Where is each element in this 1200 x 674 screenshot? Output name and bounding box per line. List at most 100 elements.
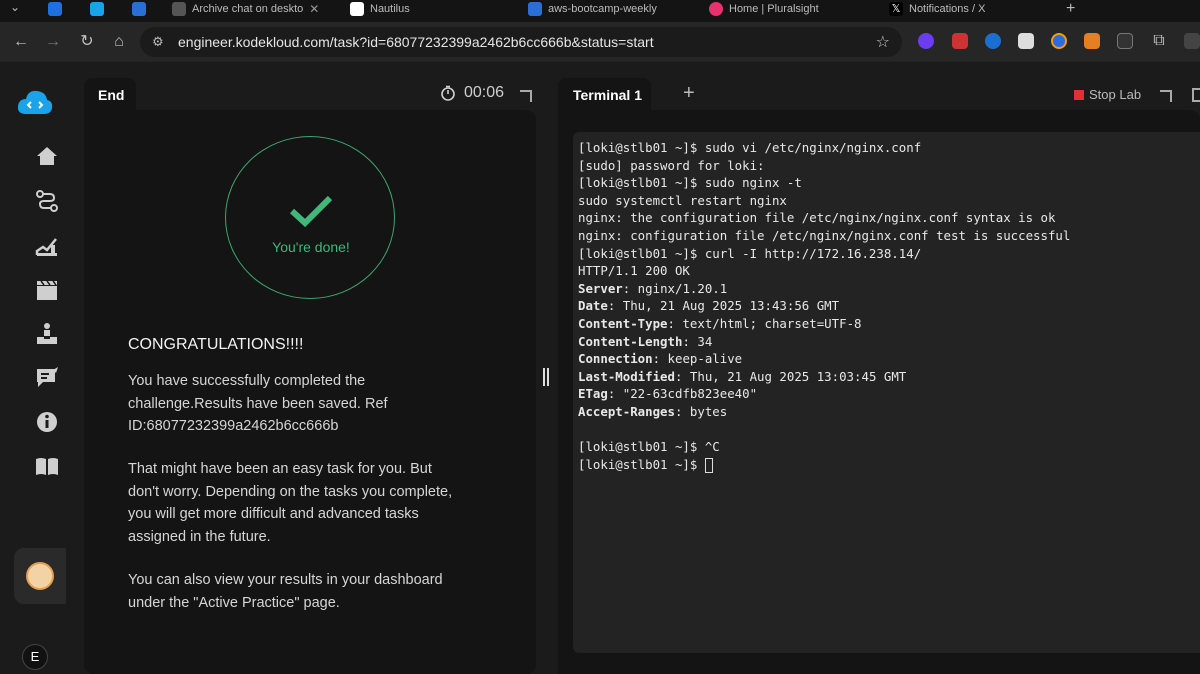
terminal-text: nginx: the configuration file /etc/nginx… xyxy=(578,210,1056,226)
browser-tab[interactable]: Nautilus xyxy=(350,0,510,18)
kodekloud-logo-icon[interactable] xyxy=(16,88,54,116)
avatar-face-icon xyxy=(26,562,54,590)
profile-icon[interactable] xyxy=(1184,33,1200,49)
header-value: : keep-alive xyxy=(652,351,743,367)
terminal-line: [loki@stlb01 ~]$ curl -I http://172.16.2… xyxy=(578,245,1200,263)
terminal-line: Content-Type: text/html; charset=UTF-8 xyxy=(578,315,1200,333)
new-tab-button[interactable]: + xyxy=(1066,0,1082,18)
back-arrow-icon[interactable]: ← xyxy=(10,31,32,53)
route-icon[interactable] xyxy=(34,188,60,214)
forward-arrow-icon[interactable]: → xyxy=(42,31,64,53)
panel-toggle-icon[interactable] xyxy=(1192,88,1200,102)
congrats-title: CONGRATULATIONS!!!! xyxy=(128,336,304,353)
terminal-line: [loki@stlb01 ~]$ ^C xyxy=(578,438,1200,456)
chat-icon[interactable] xyxy=(34,365,60,391)
chart-icon[interactable] xyxy=(34,233,60,259)
expand-icon[interactable] xyxy=(520,90,532,102)
browser-tab[interactable]: Home | Pluralsight xyxy=(709,0,869,18)
extension-icon[interactable] xyxy=(1051,33,1067,49)
expand-icon[interactable] xyxy=(1160,90,1172,102)
info-icon[interactable] xyxy=(34,409,60,435)
header-value: : 34 xyxy=(682,333,713,349)
add-terminal-button[interactable]: + xyxy=(683,82,695,105)
avatar[interactable] xyxy=(14,548,66,604)
header-key: Date xyxy=(578,298,608,314)
terminal-line: sudo systemctl restart nginx xyxy=(578,192,1200,210)
extension-icon[interactable] xyxy=(1084,33,1100,49)
tab-favicon-icon xyxy=(132,2,146,16)
video-icon[interactable] xyxy=(34,277,60,303)
kodekloud-favicon-icon xyxy=(90,2,104,16)
stop-icon xyxy=(1074,89,1084,100)
terminal-text: [loki@stlb01 ~]$ sudo vi /etc/nginx/ngin… xyxy=(578,140,922,155)
browser-tab-kodekloud[interactable] xyxy=(90,0,114,18)
checkmark-icon xyxy=(289,195,333,228)
browser-tab[interactable]: 𝕏 Notifications / X xyxy=(889,0,1049,18)
terminal-line: nginx: configuration file /etc/nginx/ngi… xyxy=(578,227,1200,245)
bookmark-star-icon[interactable]: ☆ xyxy=(876,32,890,52)
terminal-text: [loki@stlb01 ~]$ xyxy=(578,456,705,472)
address-bar[interactable]: ⚙ engineer.kodekloud.com/task?id=6807723… xyxy=(140,27,902,57)
completion-message: You have successfully completed the chal… xyxy=(128,373,388,434)
header-key: Connection xyxy=(578,351,653,367)
community-icon[interactable] xyxy=(34,321,60,347)
close-icon[interactable]: ✕ xyxy=(309,2,319,16)
terminal-line: Last-Modified: Thu, 21 Aug 2025 13:03:45… xyxy=(578,368,1200,386)
extension-icon[interactable] xyxy=(918,33,934,49)
terminal-line: ETag: "22-63cdfb823ee40" xyxy=(578,385,1200,403)
qr-code-icon[interactable] xyxy=(1018,33,1034,49)
header-value: : Thu, 21 Aug 2025 13:03:45 GMT xyxy=(674,368,907,384)
tab-favicon-icon xyxy=(709,2,723,16)
stopwatch-icon xyxy=(441,85,455,101)
terminal-text: [loki@stlb01 ~]$ curl -I http://172.16.2… xyxy=(578,245,922,261)
terminal-text: [sudo] password for loki: xyxy=(578,157,765,173)
reload-icon[interactable]: ↻ xyxy=(76,31,98,53)
terminal-text: nginx: configuration file /etc/nginx/ngi… xyxy=(578,227,1071,243)
stop-lab-button[interactable]: Stop Lab xyxy=(1074,87,1141,102)
browser-tab[interactable]: Archive chat on deskto ✕ xyxy=(172,0,332,18)
extension-icon[interactable] xyxy=(1117,33,1133,49)
tab-favicon-icon xyxy=(350,2,364,16)
extension-icon[interactable] xyxy=(985,33,1001,49)
tab-terminal-1[interactable]: Terminal 1 xyxy=(558,78,651,110)
header-key: Content-Length xyxy=(578,333,683,349)
terminal-line: nginx: the configuration file /etc/nginx… xyxy=(578,209,1200,227)
timer-value: 00:06 xyxy=(464,84,505,101)
encouragement-message: That might have been an easy task for yo… xyxy=(128,461,453,545)
browser-toolbar: ← → ↻ ⌂ ⚙ engineer.kodekloud.com/task?id… xyxy=(0,22,1200,62)
done-text: You're done! xyxy=(272,239,350,255)
extension-icon[interactable] xyxy=(952,33,968,49)
terminal-line: Accept-Ranges: bytes xyxy=(578,403,1200,421)
tab-end[interactable]: End xyxy=(84,78,136,110)
terminal-line: [loki@stlb01 ~]$ sudo nginx -t xyxy=(578,174,1200,192)
panel-resize-handle[interactable] xyxy=(543,368,551,386)
user-initial-badge[interactable]: E xyxy=(22,644,48,670)
terminal-line: Content-Length: 34 xyxy=(578,333,1200,351)
tab-search-chevron-icon[interactable]: ⌄ xyxy=(4,0,26,18)
terminal-text: HTTP/1.1 200 OK xyxy=(578,263,690,279)
site-info-icon[interactable]: ⚙ xyxy=(152,34,164,50)
home-icon[interactable]: ⌂ xyxy=(108,31,130,53)
home-icon[interactable] xyxy=(34,143,60,169)
browser-tab-bar: ⌄ Archive chat on deskto ✕ Nautilus aws-b… xyxy=(0,0,1200,22)
terminal-line: [loki@stlb01 ~]$ sudo vi /etc/nginx/ngin… xyxy=(578,139,1200,157)
header-key: Accept-Ranges xyxy=(578,403,675,419)
terminal-output[interactable]: [loki@stlb01 ~]$ sudo vi /etc/nginx/ngin… xyxy=(573,132,1200,653)
terminal-line: Connection: keep-alive xyxy=(578,350,1200,368)
book-icon[interactable] xyxy=(34,453,60,479)
terminal-line: Server: nginx/1.20.1 xyxy=(578,280,1200,298)
terminal-text: [loki@stlb01 ~]$ sudo nginx -t xyxy=(578,175,802,191)
header-key: Server xyxy=(578,280,623,296)
terminal-line: [loki@stlb01 ~]$ xyxy=(578,456,1200,474)
browser-tab-pinned-3[interactable] xyxy=(132,0,156,18)
terminal-text: sudo systemctl restart nginx xyxy=(578,192,787,208)
terminal-line: HTTP/1.1 200 OK xyxy=(578,262,1200,280)
terminal-text: [loki@stlb01 ~]$ ^C xyxy=(578,439,720,455)
terminal-cursor xyxy=(704,457,713,473)
header-value: : nginx/1.20.1 xyxy=(622,280,728,296)
browser-tab[interactable]: aws-bootcamp-weekly xyxy=(528,0,688,18)
browser-tab-pinned-1[interactable] xyxy=(48,0,72,18)
header-key: Last-Modified xyxy=(578,368,675,384)
extensions-puzzle-icon[interactable]: ⧉ xyxy=(1148,30,1170,52)
